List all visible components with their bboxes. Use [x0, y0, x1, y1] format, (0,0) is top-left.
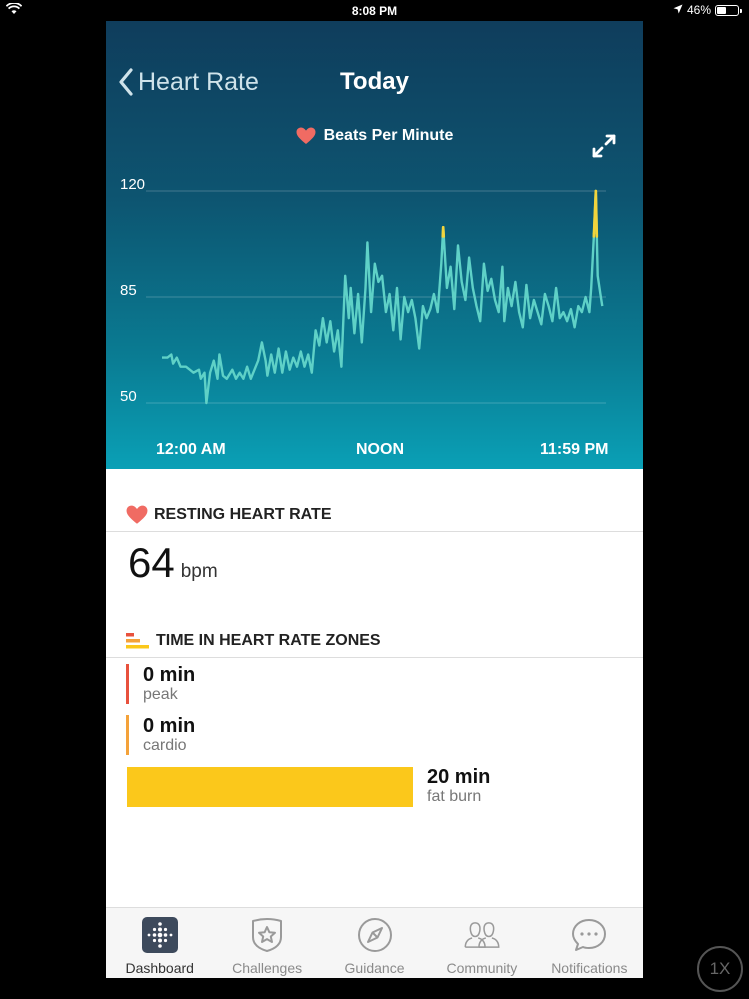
- heart-rate-peak-segment: [441, 226, 446, 238]
- x-axis-labels: 12:00 AM NOON 11:59 PM: [106, 441, 643, 461]
- location-arrow-icon: [673, 3, 683, 17]
- chat-bubble-icon: [570, 916, 608, 954]
- tab-bar: Dashboard Challenges Guidance Community …: [106, 907, 643, 978]
- x-tick-label-end: 11:59 PM: [540, 441, 609, 458]
- divider: [106, 531, 643, 532]
- zoom-1x-button[interactable]: 1X: [697, 946, 743, 992]
- tab-community[interactable]: Community: [428, 908, 535, 978]
- y-tick-label-85: 85: [120, 282, 137, 299]
- tab-guidance-label: Guidance: [344, 960, 405, 976]
- heart-rate-zones-heading: TIME IN HEART RATE ZONES: [126, 632, 381, 650]
- resting-heading-label: RESTING HEART RATE: [154, 506, 332, 523]
- divider: [106, 657, 643, 658]
- heart-icon: [296, 127, 316, 144]
- zone-cardio: 0 min cardio: [126, 715, 195, 755]
- tab-dashboard[interactable]: Dashboard: [106, 908, 213, 978]
- tab-notifications[interactable]: Notifications: [536, 908, 643, 978]
- zone-fat-burn-bar: [127, 767, 413, 807]
- star-badge-icon: [248, 916, 286, 954]
- tab-challenges-label: Challenges: [232, 960, 303, 976]
- chevron-left-icon: [119, 68, 133, 96]
- heart-rate-peak-segment: [594, 189, 599, 238]
- app-screen: Heart Rate Today Beats Per Minute 120 85 5…: [106, 21, 643, 978]
- tab-dashboard-label: Dashboard: [125, 960, 194, 976]
- tab-community-label: Community: [446, 960, 518, 976]
- chart-legend: Beats Per Minute: [106, 127, 643, 145]
- zones-heading-label: TIME IN HEART RATE ZONES: [156, 632, 381, 649]
- zone-fat-burn-label: fat burn: [427, 788, 482, 805]
- battery-icon: [715, 4, 742, 16]
- back-button[interactable]: Heart Rate: [118, 66, 259, 98]
- heart-rate-chart: 120 85 50: [120, 176, 606, 405]
- resting-heart-rate-heading: RESTING HEART RATE: [126, 505, 331, 525]
- zone-peak-label: peak: [143, 686, 178, 703]
- zone-cardio-value: 0 min: [143, 715, 196, 737]
- zone-cardio-label: cardio: [143, 737, 187, 754]
- tab-challenges[interactable]: Challenges: [213, 908, 320, 978]
- zone-cardio-bar: [126, 715, 129, 755]
- zone-fat-burn-value: 20 min: [427, 766, 491, 788]
- heart-rate-header: Heart Rate Today Beats Per Minute 120 85 5…: [106, 21, 643, 469]
- battery-percent: 46%: [686, 3, 711, 17]
- legend-label: Beats Per Minute: [323, 127, 454, 144]
- y-tick-label-50: 50: [120, 388, 137, 405]
- zone-peak-bar: [126, 664, 129, 704]
- status-time: 8:08 PM: [351, 4, 398, 18]
- zones-icon: [126, 633, 149, 649]
- back-label: Heart Rate: [138, 67, 259, 96]
- zone-fat-burn: 20 min fat burn: [427, 766, 490, 806]
- y-tick-label-120: 120: [120, 176, 145, 193]
- status-bar: 8:08 PM 46%: [0, 0, 749, 20]
- resting-heart-rate-value: 64 bpm: [128, 539, 218, 587]
- x-tick-label-noon: NOON: [356, 441, 404, 458]
- x-tick-label-start: 12:00 AM: [156, 441, 226, 458]
- heart-icon: [126, 505, 148, 524]
- people-icon: [463, 916, 501, 954]
- dashboard-icon: [141, 916, 179, 954]
- resting-bpm-number: 64: [128, 539, 175, 586]
- expand-icon[interactable]: [591, 133, 617, 164]
- tab-notifications-label: Notifications: [551, 960, 628, 976]
- zone-peak-value: 0 min: [143, 664, 196, 686]
- tab-guidance[interactable]: Guidance: [321, 908, 428, 978]
- compass-icon: [356, 916, 394, 954]
- zone-peak: 0 min peak: [126, 664, 195, 704]
- resting-bpm-unit: bpm: [180, 561, 218, 582]
